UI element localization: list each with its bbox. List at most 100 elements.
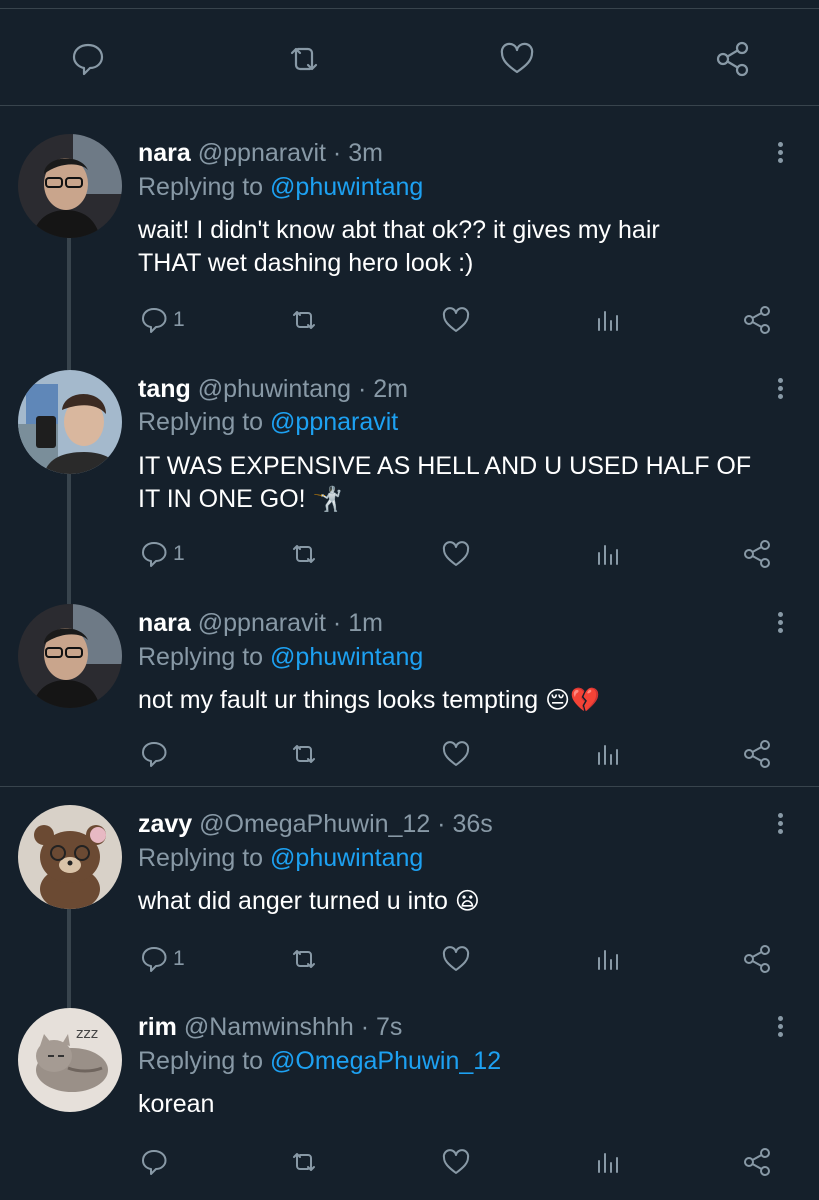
main-share-button[interactable] [708, 35, 756, 83]
avatar[interactable] [18, 805, 122, 909]
main-reply-button[interactable] [64, 35, 112, 83]
reply-count: 1 [173, 947, 185, 970]
share-icon [744, 945, 770, 973]
display-name[interactable]: rim [138, 1013, 177, 1041]
display-name[interactable]: nara [138, 609, 191, 637]
analytics-button[interactable] [592, 534, 624, 574]
mention-link[interactable]: @phuwintang [270, 643, 423, 671]
handle-and-time: @phuwintang · 2m [197, 375, 408, 403]
retweet-icon [293, 745, 315, 763]
replying-to: Replying to @phuwintang [138, 844, 424, 872]
retweet-icon [293, 1153, 315, 1171]
more-options-button[interactable] [770, 609, 790, 639]
reply-icon [142, 308, 167, 333]
frowning-face-emoji: 😦 [454, 888, 480, 915]
more-options-button[interactable] [770, 375, 790, 405]
avatar[interactable]: zzz [18, 1008, 122, 1112]
like-button[interactable] [440, 939, 472, 979]
share-button[interactable] [741, 734, 773, 774]
reply-button[interactable]: 1 [138, 939, 185, 979]
reply-button[interactable] [138, 1142, 173, 1182]
reply-button[interactable] [138, 734, 173, 774]
like-icon [442, 541, 470, 566]
avatar[interactable] [18, 370, 122, 474]
avatar[interactable] [18, 604, 122, 708]
analytics-button[interactable] [592, 939, 624, 979]
analytics-button[interactable] [592, 734, 624, 774]
share-icon [744, 306, 770, 334]
like-button[interactable] [440, 734, 472, 774]
like-button[interactable] [440, 300, 472, 340]
share-icon [744, 1148, 770, 1176]
reply-icon [142, 542, 167, 567]
like-icon [500, 42, 534, 74]
tweet-3[interactable]: nara @ppnaravit · 1m Replying to @phuwin… [0, 576, 819, 786]
replying-to: Replying to @ppnaravit [138, 408, 399, 436]
handle-and-time: @ppnaravit · 3m [197, 139, 383, 167]
retweet-icon [290, 47, 318, 71]
display-name[interactable]: tang [138, 375, 191, 403]
retweet-button[interactable] [288, 534, 320, 574]
main-like-button[interactable] [493, 35, 541, 83]
share-button[interactable] [741, 300, 773, 340]
more-options-button[interactable] [770, 1013, 790, 1043]
main-tweet-action-bar [0, 9, 819, 106]
tweet-text: what did anger turned u into 😦 [138, 887, 480, 915]
reply-icon [142, 947, 167, 972]
reply-icon [72, 43, 104, 76]
more-options-button[interactable] [770, 139, 790, 169]
tweet-1[interactable]: nara @ppnaravit · 3m Replying to @phuwin… [0, 106, 819, 350]
analytics-icon [598, 950, 618, 970]
tweet-2[interactable]: tang @phuwintang · 2m Replying to @ppnar… [0, 342, 819, 580]
mention-link[interactable]: @OmegaPhuwin_12 [270, 1047, 501, 1075]
thread-line [67, 990, 71, 1008]
like-icon [442, 741, 470, 766]
analytics-button[interactable] [592, 300, 624, 340]
fencer-emoji: 🤺 [312, 486, 343, 513]
replying-to: Replying to @phuwintang [138, 643, 424, 671]
tweet-4[interactable]: zavy @OmegaPhuwin_12 · 36s Replying to @… [0, 786, 819, 995]
retweet-icon [293, 311, 315, 329]
like-button[interactable] [440, 534, 472, 574]
retweet-button[interactable] [288, 939, 320, 979]
more-options-button[interactable] [770, 810, 790, 840]
share-button[interactable] [741, 1142, 773, 1182]
analytics-button[interactable] [592, 1142, 624, 1182]
retweet-button[interactable] [288, 1142, 320, 1182]
thread-line [67, 342, 71, 370]
handle-and-time: @OmegaPhuwin_12 · 36s [199, 810, 493, 838]
retweet-button[interactable] [288, 734, 320, 774]
reply-button[interactable]: 1 [138, 300, 185, 340]
share-button[interactable] [741, 534, 773, 574]
thread-line [67, 576, 71, 604]
like-icon [442, 307, 470, 332]
mention-link[interactable]: @phuwintang [270, 844, 423, 872]
display-name[interactable]: nara [138, 139, 191, 167]
analytics-icon [598, 1153, 618, 1173]
reply-icon [142, 1150, 167, 1175]
main-retweet-button[interactable] [280, 35, 328, 83]
display-name[interactable]: zavy [138, 810, 192, 838]
share-icon [716, 41, 749, 77]
tweet-actions [0, 734, 819, 774]
tweet-actions: 1 [0, 300, 819, 340]
mention-link[interactable]: @phuwintang [270, 173, 423, 201]
tweet-text: korean [138, 1090, 215, 1118]
like-button[interactable] [440, 1142, 472, 1182]
tweet-header: rim @Namwinshhh · 7s [138, 1012, 402, 1042]
avatar[interactable] [18, 134, 122, 238]
retweet-icon [293, 950, 315, 968]
reply-icon [142, 742, 167, 767]
reply-button[interactable]: 1 [138, 534, 185, 574]
retweet-button[interactable] [288, 300, 320, 340]
tweet-header: tang @phuwintang · 2m [138, 374, 408, 404]
share-icon [744, 540, 770, 568]
analytics-icon [598, 545, 618, 565]
tweet-5[interactable]: zzz rim @Namwinshhh · 7s Replying to @Om… [0, 990, 819, 1200]
like-icon [442, 946, 470, 971]
mention-link[interactable]: @ppnaravit [270, 408, 398, 436]
replying-to: Replying to @phuwintang [138, 173, 424, 201]
handle-and-time: @Namwinshhh · 7s [183, 1013, 403, 1041]
share-button[interactable] [741, 939, 773, 979]
tweet-header: nara @ppnaravit · 1m [138, 608, 383, 638]
